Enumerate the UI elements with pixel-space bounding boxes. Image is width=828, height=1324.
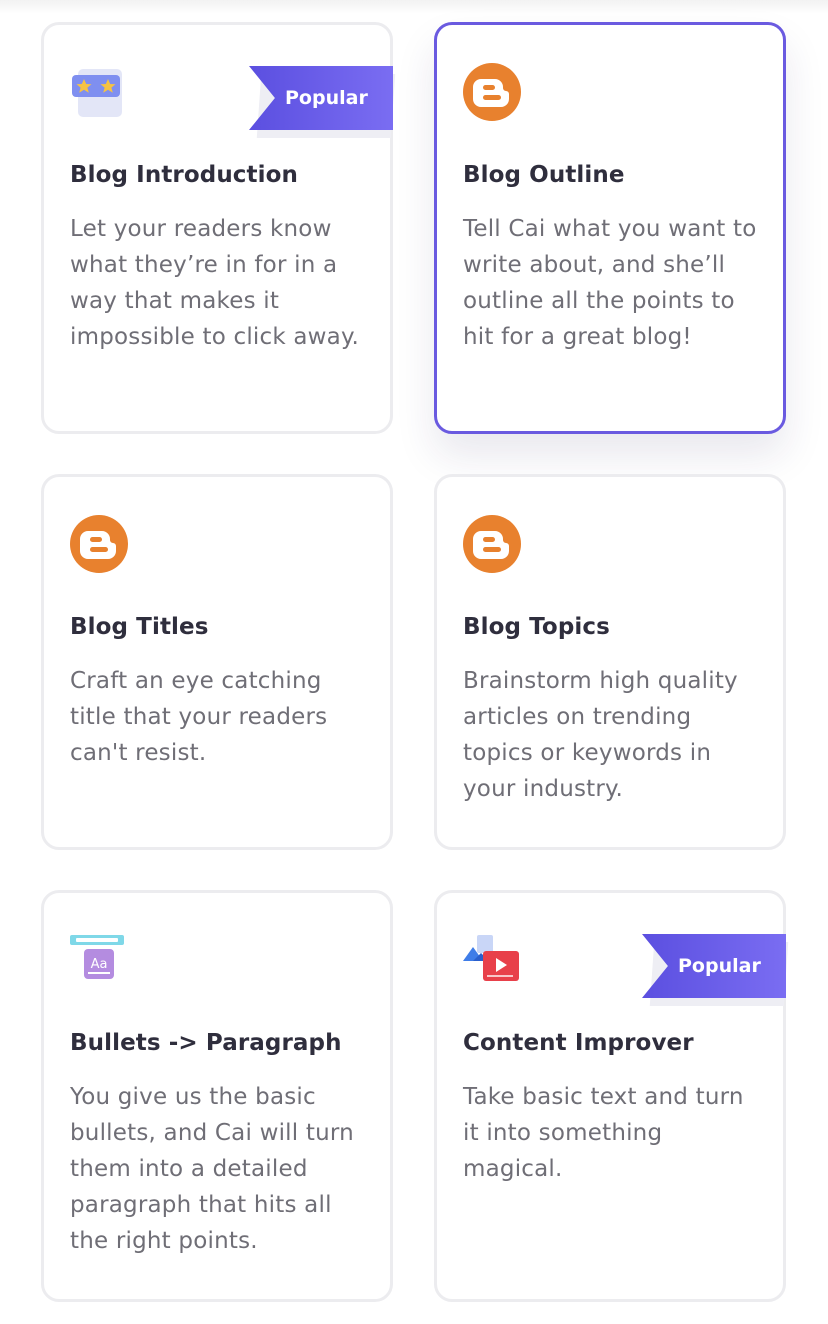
popular-badge: Popular <box>642 934 789 1006</box>
blogger-icon <box>463 515 521 573</box>
template-card-bullets-paragraph[interactable]: Aa Bullets -> Paragraph You give us the … <box>41 890 393 1302</box>
text-format-icon: Aa <box>70 931 128 989</box>
media-image-video-icon <box>463 931 521 989</box>
template-card-blog-topics[interactable]: Blog Topics Brainstorm high quality arti… <box>434 474 786 850</box>
svg-text:Aa: Aa <box>91 957 108 972</box>
card-description: Take basic text and turn it into somethi… <box>463 1084 744 1182</box>
template-card-content-improver[interactable]: Content Improver Take basic text and tur… <box>434 890 789 1302</box>
template-card-blog-introduction[interactable]: Blog Introduction Let your readers know … <box>41 22 396 434</box>
card-title: Bullets -> Paragraph <box>70 1030 342 1056</box>
template-grid: Blog Introduction Let your readers know … <box>0 0 828 1324</box>
card-description: Craft an eye catching title that your re… <box>70 668 328 766</box>
rating-stars-icon <box>70 63 128 121</box>
card-title: Blog Topics <box>463 614 610 640</box>
card-description: Let your readers know what they’re in fo… <box>70 216 360 350</box>
card-description: Tell Cai what you want to write about, a… <box>463 216 757 350</box>
card-title: Content Improver <box>463 1030 694 1056</box>
card-title: Blog Titles <box>70 614 209 640</box>
popular-badge-label: Popular <box>678 955 761 977</box>
card-description: You give us the basic bullets, and Cai w… <box>70 1084 354 1254</box>
card-description: Brainstorm high quality articles on tren… <box>463 668 738 802</box>
top-shadow <box>0 0 828 14</box>
popular-badge: Popular <box>249 66 396 138</box>
popular-badge-label: Popular <box>285 87 368 109</box>
blogger-icon <box>463 63 521 121</box>
card-title: Blog Introduction <box>70 162 298 188</box>
template-card-blog-titles[interactable]: Blog Titles Craft an eye catching title … <box>41 474 393 850</box>
blogger-icon <box>70 515 128 573</box>
card-title: Blog Outline <box>463 162 625 188</box>
template-card-blog-outline[interactable]: Blog Outline Tell Cai what you want to w… <box>434 22 786 434</box>
